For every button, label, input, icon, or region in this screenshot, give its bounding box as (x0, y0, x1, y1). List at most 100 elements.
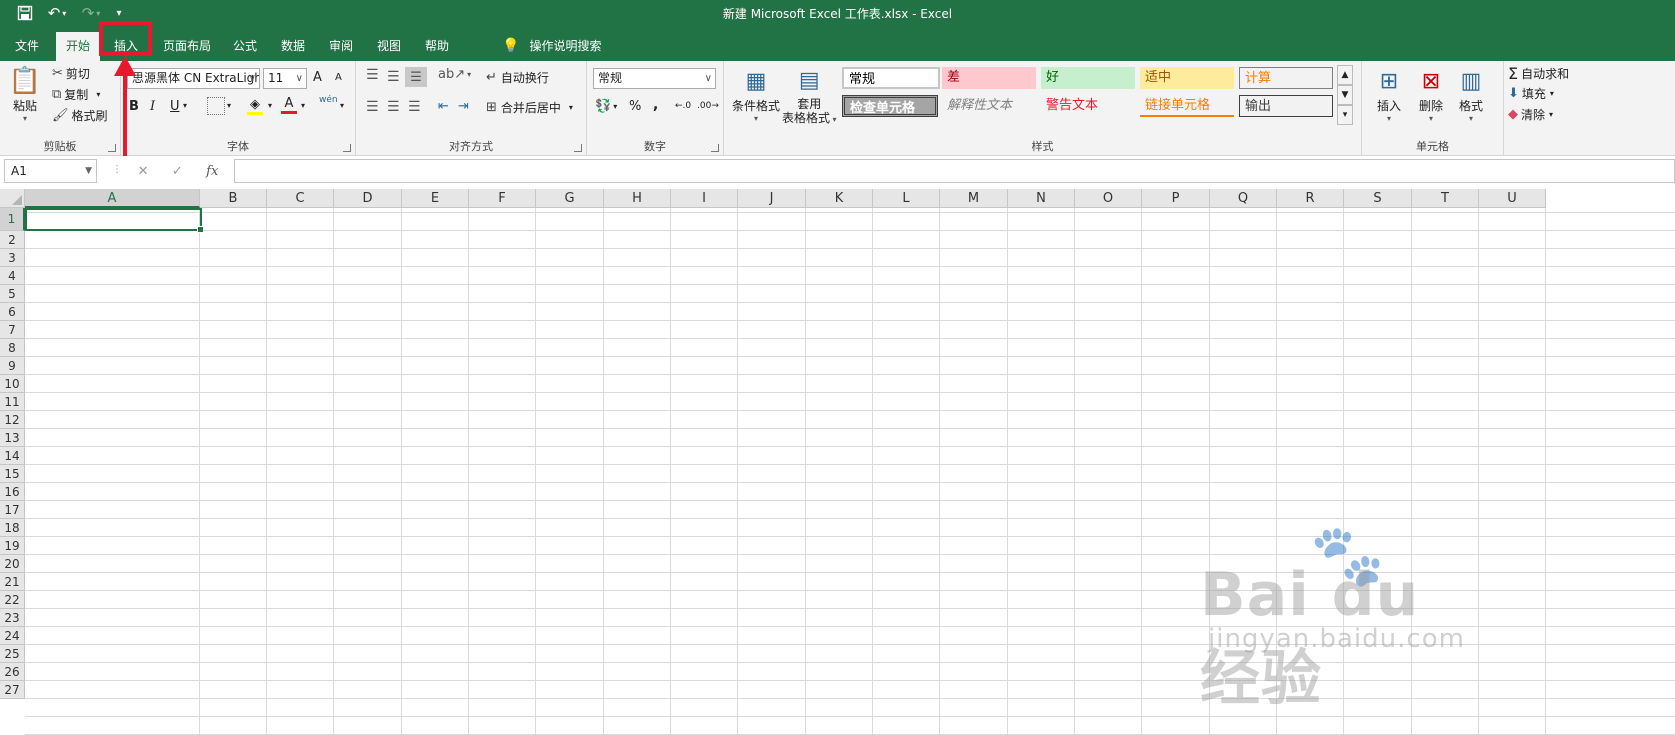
cut-button[interactable]: ✂ 剪切 (52, 65, 90, 82)
paste-button[interactable]: 📋 粘贴 ▾ (8, 65, 42, 123)
column-header-n[interactable]: N (1008, 189, 1075, 208)
conditional-format-button[interactable]: ▦ 条件格式 ▾ (732, 65, 780, 124)
column-header-i[interactable]: I (671, 189, 738, 208)
tell-me-search[interactable]: 💡 操作说明搜索 (502, 32, 601, 61)
row-header-22[interactable]: 22 (0, 591, 25, 609)
tab-formulas[interactable]: 公式 (224, 32, 266, 61)
style-normal[interactable]: 常规 (842, 67, 940, 89)
column-header-e[interactable]: E (402, 189, 469, 208)
row-header-8[interactable]: 8 (0, 339, 25, 357)
fill-color-dropdown-icon[interactable]: ▾ (268, 101, 272, 110)
column-header-k[interactable]: K (806, 189, 873, 208)
row-header-11[interactable]: 11 (0, 393, 25, 411)
accounting-format-icon[interactable]: 💱 ▾ (595, 99, 617, 114)
tab-page-layout[interactable]: 页面布局 (156, 32, 218, 61)
underline-button[interactable]: U (170, 99, 180, 114)
styles-more-icon[interactable]: ▾ (1337, 105, 1353, 125)
column-header-u[interactable]: U (1479, 189, 1546, 208)
cancel-icon[interactable]: ✕ (138, 164, 149, 179)
row-header-25[interactable]: 25 (0, 645, 25, 663)
column-header-d[interactable]: D (334, 189, 402, 208)
row-header-18[interactable]: 18 (0, 519, 25, 537)
row-header-14[interactable]: 14 (0, 447, 25, 465)
row-header-21[interactable]: 21 (0, 573, 25, 591)
row-header-3[interactable]: 3 (0, 249, 25, 267)
format-painter-button[interactable]: 🖌 格式刷 (52, 107, 108, 124)
align-top-icon[interactable]: ☰ (366, 67, 379, 83)
column-header-l[interactable]: L (873, 189, 940, 208)
active-cell-a1[interactable] (25, 208, 204, 233)
increase-decimal-icon[interactable]: ←.0 (675, 101, 691, 111)
delete-cells-button[interactable]: ⊠ 删除 ▾ (1414, 65, 1448, 124)
row-header-6[interactable]: 6 (0, 303, 25, 321)
font-color-dropdown-icon[interactable]: ▾ (301, 101, 305, 110)
phonetic-button[interactable]: wén (319, 95, 338, 105)
align-right-icon[interactable]: ☰ (408, 99, 421, 115)
number-launcher-icon[interactable] (711, 144, 719, 152)
column-header-o[interactable]: O (1075, 189, 1142, 208)
style-calculation[interactable]: 计算 (1239, 67, 1333, 89)
formula-input[interactable] (234, 159, 1675, 183)
shrink-font-button[interactable]: A (335, 72, 342, 83)
insert-cells-button[interactable]: ⊞ 插入 ▾ (1372, 65, 1406, 124)
insert-function-icon[interactable]: fx (206, 164, 218, 179)
column-header-p[interactable]: P (1142, 189, 1210, 208)
tab-file[interactable]: 文件 (6, 32, 48, 61)
align-middle-icon[interactable]: ☰ (387, 69, 400, 85)
style-linked-cell[interactable]: 链接单元格 (1140, 95, 1234, 117)
style-explanatory[interactable]: 解释性文本 (942, 95, 1036, 117)
tab-data[interactable]: 数据 (272, 32, 314, 61)
row-header-17[interactable]: 17 (0, 501, 25, 519)
row-header-13[interactable]: 13 (0, 429, 25, 447)
tab-home[interactable]: 开始 (56, 32, 100, 61)
border-dropdown-icon[interactable]: ▾ (227, 101, 231, 110)
column-header-s[interactable]: S (1344, 189, 1412, 208)
underline-dropdown-icon[interactable]: ▾ (183, 101, 187, 110)
font-launcher-icon[interactable] (343, 144, 351, 152)
font-name-select[interactable]: 思源黑体 CN ExtraLight ∨ (127, 68, 260, 89)
align-left-icon[interactable]: ☰ (366, 99, 379, 115)
align-center-icon[interactable]: ☰ (387, 99, 400, 115)
wrap-text-button[interactable]: ↵ 自动换行 (486, 69, 549, 86)
fill-color-button[interactable]: ◈ (247, 97, 263, 115)
decrease-indent-icon[interactable]: ⇤ (438, 99, 449, 114)
row-header-1[interactable]: 1 (0, 208, 25, 231)
font-color-button[interactable]: A (281, 96, 297, 114)
tab-review[interactable]: 审阅 (320, 32, 362, 61)
row-header-4[interactable]: 4 (0, 267, 25, 285)
column-header-h[interactable]: H (604, 189, 671, 208)
row-header-16[interactable]: 16 (0, 483, 25, 501)
border-icon[interactable] (207, 97, 225, 115)
row-header-24[interactable]: 24 (0, 627, 25, 645)
styles-scroll-up-icon[interactable]: ▲ (1337, 65, 1353, 85)
row-header-26[interactable]: 26 (0, 663, 25, 681)
format-cells-button[interactable]: ▥ 格式 ▾ (1454, 65, 1488, 124)
row-header-10[interactable]: 10 (0, 375, 25, 393)
fill-button[interactable]: ⬇ 填充 ▾ (1508, 85, 1554, 102)
row-header-2[interactable]: 2 (0, 231, 25, 249)
row-header-7[interactable]: 7 (0, 321, 25, 339)
row-header-20[interactable]: 20 (0, 555, 25, 573)
style-good[interactable]: 好 (1041, 67, 1135, 89)
align-bottom-icon[interactable]: ☰ (405, 67, 427, 87)
format-as-table-button[interactable]: ▤ 套用 表格格式 ▾ (782, 65, 837, 127)
column-header-r[interactable]: R (1277, 189, 1344, 208)
tab-help[interactable]: 帮助 (416, 32, 458, 61)
style-warning[interactable]: 警告文本 (1041, 95, 1135, 117)
style-neutral[interactable]: 适中 (1140, 67, 1234, 89)
enter-icon[interactable]: ✓ (172, 164, 183, 179)
percent-button[interactable]: % (629, 99, 641, 114)
column-header-f[interactable]: F (469, 189, 536, 208)
column-header-b[interactable]: B (200, 189, 267, 208)
column-header-a[interactable]: A (25, 189, 200, 208)
style-bad[interactable]: 差 (942, 67, 1036, 89)
column-header-c[interactable]: C (267, 189, 334, 208)
row-header-15[interactable]: 15 (0, 465, 25, 483)
column-header-m[interactable]: M (940, 189, 1008, 208)
row-header-19[interactable]: 19 (0, 537, 25, 555)
grow-font-button[interactable]: A (313, 70, 322, 85)
row-header-5[interactable]: 5 (0, 285, 25, 303)
alignment-launcher-icon[interactable] (574, 144, 582, 152)
autosum-button[interactable]: Σ 自动求和 (1508, 64, 1569, 83)
row-header-23[interactable]: 23 (0, 609, 25, 627)
